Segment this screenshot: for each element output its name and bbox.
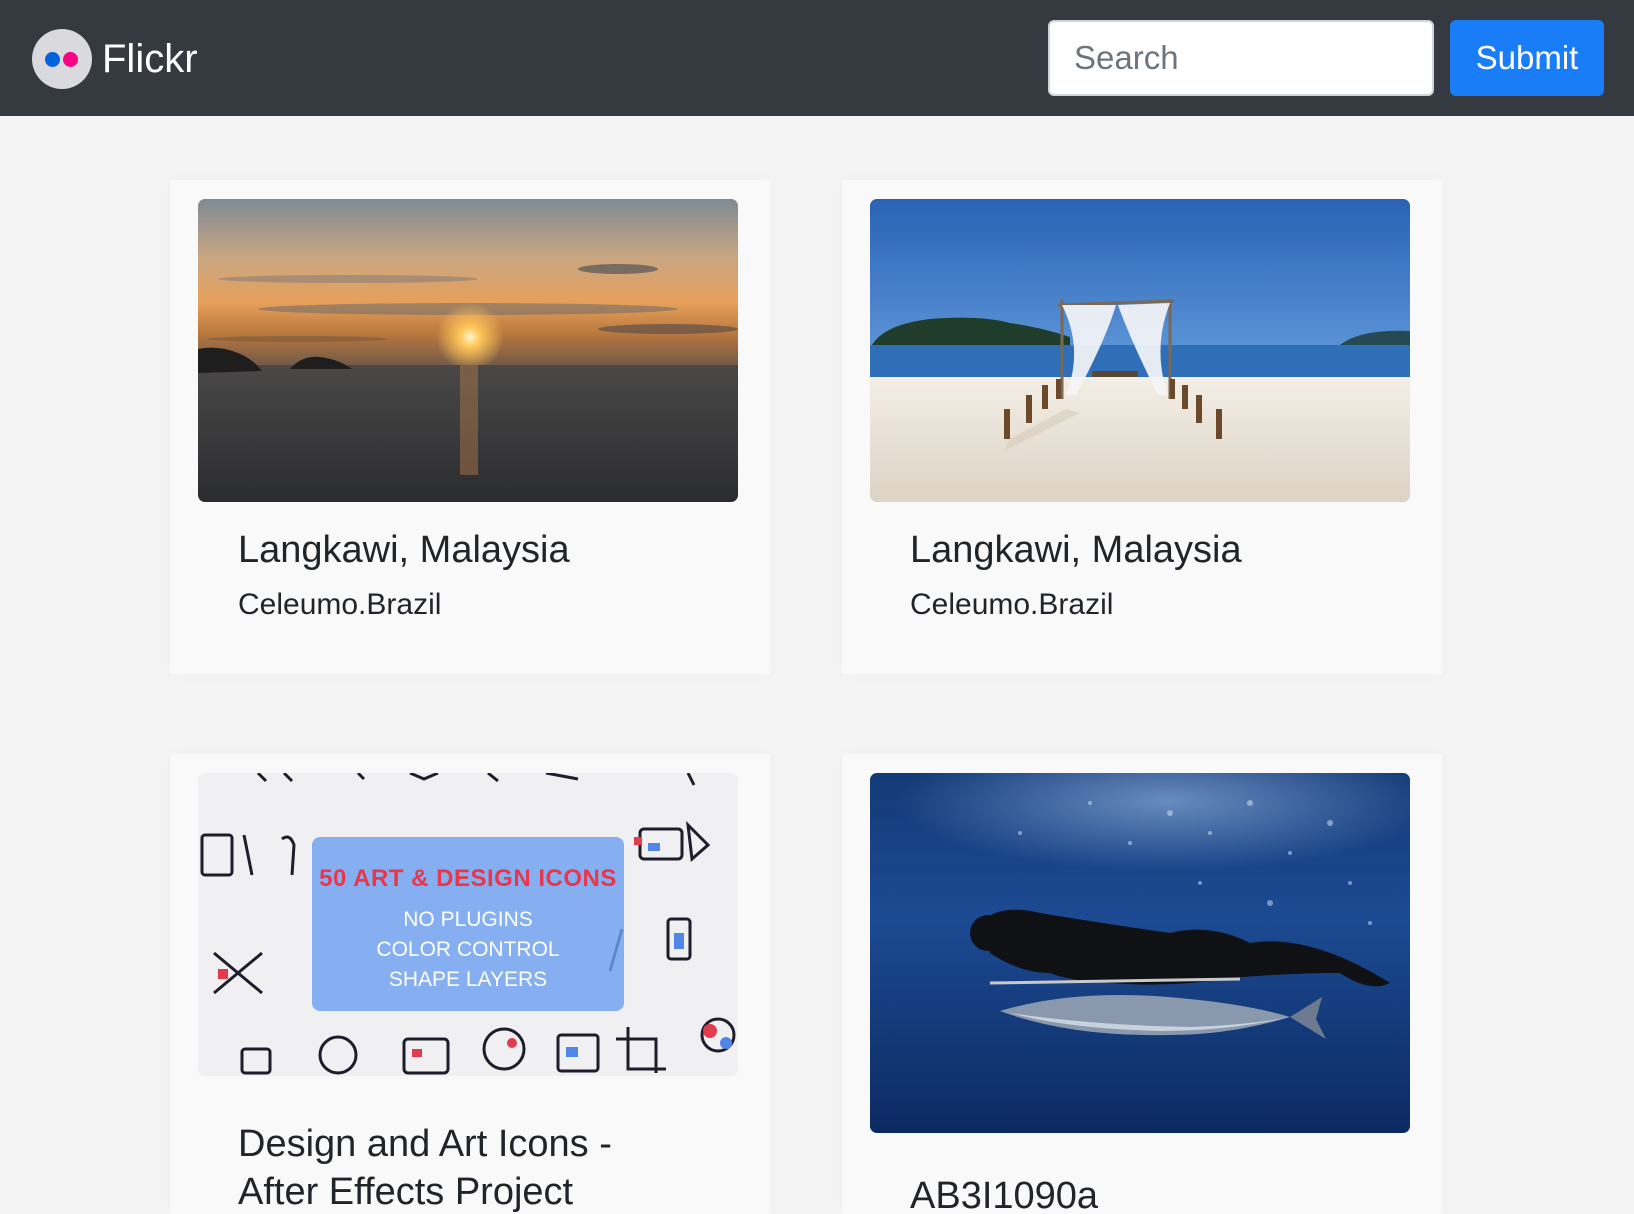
- flickr-logo-icon: [32, 29, 92, 89]
- photo-author[interactable]: Celeumo.Brazil: [238, 588, 441, 622]
- photo-thumbnail[interactable]: [870, 773, 1410, 1133]
- navbar: Flickr Submit: [0, 0, 1634, 116]
- photo-card[interactable]: 50 ART & DESIGN ICONS NO PLUGINS COLOR C…: [170, 754, 770, 1214]
- search-input[interactable]: [1048, 20, 1434, 96]
- photo-card[interactable]: Langkawi, Malaysia Celeumo.Brazil: [170, 180, 770, 674]
- photo-thumbnail[interactable]: 50 ART & DESIGN ICONS NO PLUGINS COLOR C…: [198, 773, 738, 1076]
- photo-author[interactable]: Celeumo.Brazil: [910, 588, 1113, 622]
- brand-name: Flickr: [102, 37, 198, 81]
- promo-line: SHAPE LAYERS: [388, 968, 548, 991]
- photo-thumbnail[interactable]: [870, 199, 1410, 502]
- photo-thumbnail[interactable]: [198, 199, 738, 502]
- photo-card[interactable]: Langkawi, Malaysia Celeumo.Brazil: [842, 180, 1442, 674]
- photo-title[interactable]: Langkawi, Malaysia: [910, 526, 1242, 574]
- photo-card[interactable]: AB3I1090a: [842, 754, 1442, 1214]
- photo-title[interactable]: Langkawi, Malaysia: [238, 526, 570, 574]
- promo-overlay: 50 ART & DESIGN ICONS NO PLUGINS COLOR C…: [312, 837, 624, 1011]
- promo-heading: 50 ART & DESIGN ICONS: [319, 865, 617, 892]
- promo-line: COLOR CONTROL: [376, 938, 560, 961]
- promo-line: NO PLUGINS: [403, 908, 533, 931]
- brand[interactable]: Flickr: [32, 28, 198, 90]
- submit-button[interactable]: Submit: [1450, 20, 1604, 96]
- photo-title[interactable]: Design and Art Icons - After Effects Pro…: [238, 1120, 678, 1214]
- photo-title[interactable]: AB3I1090a: [910, 1172, 1098, 1214]
